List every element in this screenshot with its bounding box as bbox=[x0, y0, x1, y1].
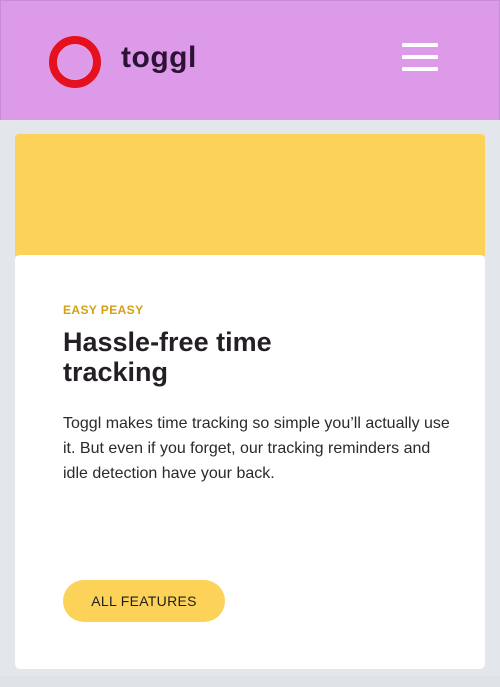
hamburger-menu-icon[interactable] bbox=[402, 41, 440, 75]
card-illustration-area bbox=[15, 134, 485, 256]
toggl-logo-icon[interactable] bbox=[49, 36, 101, 88]
menu-bar bbox=[402, 43, 438, 47]
all-features-button[interactable]: ALL FEATURES bbox=[63, 580, 225, 622]
site-header: toggl bbox=[0, 0, 500, 120]
card-heading: Hassle-free time tracking bbox=[63, 327, 272, 387]
feature-card: EASY PEASY Hassle-free time tracking Tog… bbox=[15, 255, 485, 669]
page-bottom-edge bbox=[0, 676, 500, 687]
brand-name[interactable]: toggl bbox=[121, 41, 197, 75]
card-description: Toggl makes time tracking so simple you’… bbox=[63, 415, 450, 482]
menu-bar bbox=[402, 67, 438, 71]
card-eyebrow: EASY PEASY bbox=[63, 303, 144, 317]
menu-bar bbox=[402, 55, 438, 59]
